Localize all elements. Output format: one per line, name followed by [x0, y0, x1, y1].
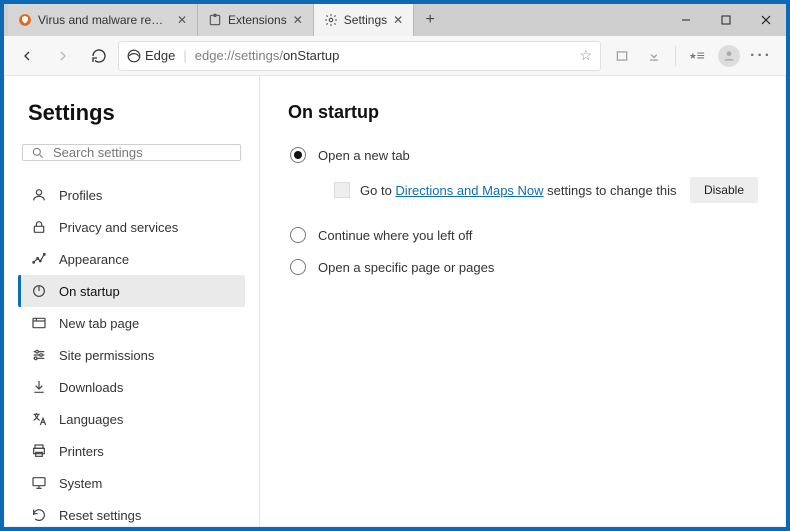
sidebar-nav: Profiles Privacy and services Appearance On…	[18, 179, 245, 527]
tab-item[interactable]: Virus and malware removal instr ✕	[8, 4, 198, 36]
close-icon[interactable]: ✕	[177, 14, 187, 26]
sidebar-item-label: Printers	[59, 444, 104, 459]
sidebar-item-system[interactable]: System	[18, 467, 245, 499]
tab-title: Virus and malware removal instr	[38, 13, 171, 27]
radio-icon	[290, 147, 306, 163]
shield-icon	[18, 13, 32, 27]
close-window-button[interactable]	[746, 4, 786, 36]
reading-icon[interactable]	[607, 41, 637, 71]
download-icon[interactable]	[639, 41, 669, 71]
sidebar-item-downloads[interactable]: Downloads	[18, 371, 245, 403]
radio-open-new-tab[interactable]: Open a new tab	[288, 139, 758, 171]
power-icon	[31, 283, 47, 299]
back-button[interactable]	[10, 40, 44, 72]
notice-text: Go to Directions and Maps Now settings t…	[360, 183, 677, 198]
printer-icon	[31, 443, 47, 459]
radio-icon	[290, 259, 306, 275]
sidebar-item-label: Languages	[59, 412, 123, 427]
new-tab-button[interactable]: +	[414, 4, 446, 36]
download-icon	[31, 379, 47, 395]
extension-icon	[334, 182, 350, 198]
settings-sidebar: Settings Profiles Privacy and services App…	[4, 76, 260, 527]
close-icon[interactable]: ✕	[393, 14, 403, 26]
sidebar-item-on-startup[interactable]: On startup	[18, 275, 245, 307]
radio-specific-pages[interactable]: Open a specific page or pages	[288, 251, 758, 283]
radio-label: Open a specific page or pages	[318, 260, 494, 275]
language-icon	[31, 411, 47, 427]
close-icon[interactable]: ✕	[293, 14, 303, 26]
system-icon	[31, 475, 47, 491]
toolbar: Edge | edge://settings/onStartup ☆ ⭑≡ ··…	[4, 36, 786, 76]
sidebar-item-label: System	[59, 476, 102, 491]
sidebar-item-label: Profiles	[59, 188, 102, 203]
lock-icon	[31, 219, 47, 235]
sidebar-item-languages[interactable]: Languages	[18, 403, 245, 435]
sidebar-item-appearance[interactable]: Appearance	[18, 243, 245, 275]
gear-icon	[324, 13, 338, 27]
content-area: Settings Profiles Privacy and services App…	[4, 76, 786, 527]
url-text: edge://settings/onStartup	[195, 48, 572, 63]
separator: |	[183, 48, 186, 63]
sidebar-item-printers[interactable]: Printers	[18, 435, 245, 467]
sidebar-item-reset-settings[interactable]: Reset settings	[18, 499, 245, 527]
sidebar-item-label: Privacy and services	[59, 220, 178, 235]
profile-icon	[31, 187, 47, 203]
sidebar-item-label: Downloads	[59, 380, 123, 395]
tab-item[interactable]: Extensions ✕	[198, 4, 314, 36]
disable-button[interactable]: Disable	[690, 177, 758, 203]
sidebar-item-new-tab-page[interactable]: New tab page	[18, 307, 245, 339]
search-input[interactable]	[53, 145, 232, 160]
page-heading: On startup	[288, 102, 758, 123]
search-settings[interactable]	[22, 144, 241, 161]
newtab-icon	[31, 315, 47, 331]
sidebar-title: Settings	[18, 100, 245, 126]
edge-icon: Edge	[127, 48, 175, 63]
tab-title: Settings	[344, 13, 387, 27]
search-icon	[31, 146, 45, 160]
puzzle-icon	[208, 13, 222, 27]
toolbar-divider	[675, 46, 676, 66]
forward-button[interactable]	[46, 40, 80, 72]
refresh-button[interactable]	[82, 40, 116, 72]
tab-title: Extensions	[228, 13, 287, 27]
minimize-button[interactable]	[666, 4, 706, 36]
radio-continue[interactable]: Continue where you left off	[288, 219, 758, 251]
sidebar-item-profiles[interactable]: Profiles	[18, 179, 245, 211]
menu-button[interactable]: ···	[746, 41, 776, 71]
favorites-icon[interactable]: ⭑≡	[682, 41, 712, 71]
sliders-icon	[31, 347, 47, 363]
tab-item-active[interactable]: Settings ✕	[314, 4, 414, 36]
settings-main: On startup Open a new tab Go to Directio…	[260, 76, 786, 527]
radio-icon	[290, 227, 306, 243]
tab-strip: Virus and malware removal instr ✕ Extens…	[4, 4, 786, 36]
favorite-icon[interactable]: ☆	[579, 47, 592, 64]
sidebar-item-label: Reset settings	[59, 508, 141, 523]
address-bar[interactable]: Edge | edge://settings/onStartup ☆	[118, 41, 601, 71]
sidebar-item-label: On startup	[59, 284, 120, 299]
window-controls	[666, 4, 786, 36]
profile-avatar[interactable]	[714, 41, 744, 71]
appearance-icon	[31, 251, 47, 267]
extension-override-notice: Go to Directions and Maps Now settings t…	[288, 171, 758, 219]
extension-link[interactable]: Directions and Maps Now	[395, 183, 543, 198]
engine-label: Edge	[145, 48, 175, 63]
toolbar-right: ⭑≡ ···	[603, 41, 780, 71]
sidebar-item-site-permissions[interactable]: Site permissions	[18, 339, 245, 371]
sidebar-item-label: Appearance	[59, 252, 129, 267]
maximize-button[interactable]	[706, 4, 746, 36]
sidebar-item-label: Site permissions	[59, 348, 154, 363]
sidebar-item-label: New tab page	[59, 316, 139, 331]
reset-icon	[31, 507, 47, 523]
radio-label: Continue where you left off	[318, 228, 472, 243]
sidebar-item-privacy-and-services[interactable]: Privacy and services	[18, 211, 245, 243]
browser-window: Virus and malware removal instr ✕ Extens…	[4, 4, 786, 527]
radio-label: Open a new tab	[318, 148, 410, 163]
